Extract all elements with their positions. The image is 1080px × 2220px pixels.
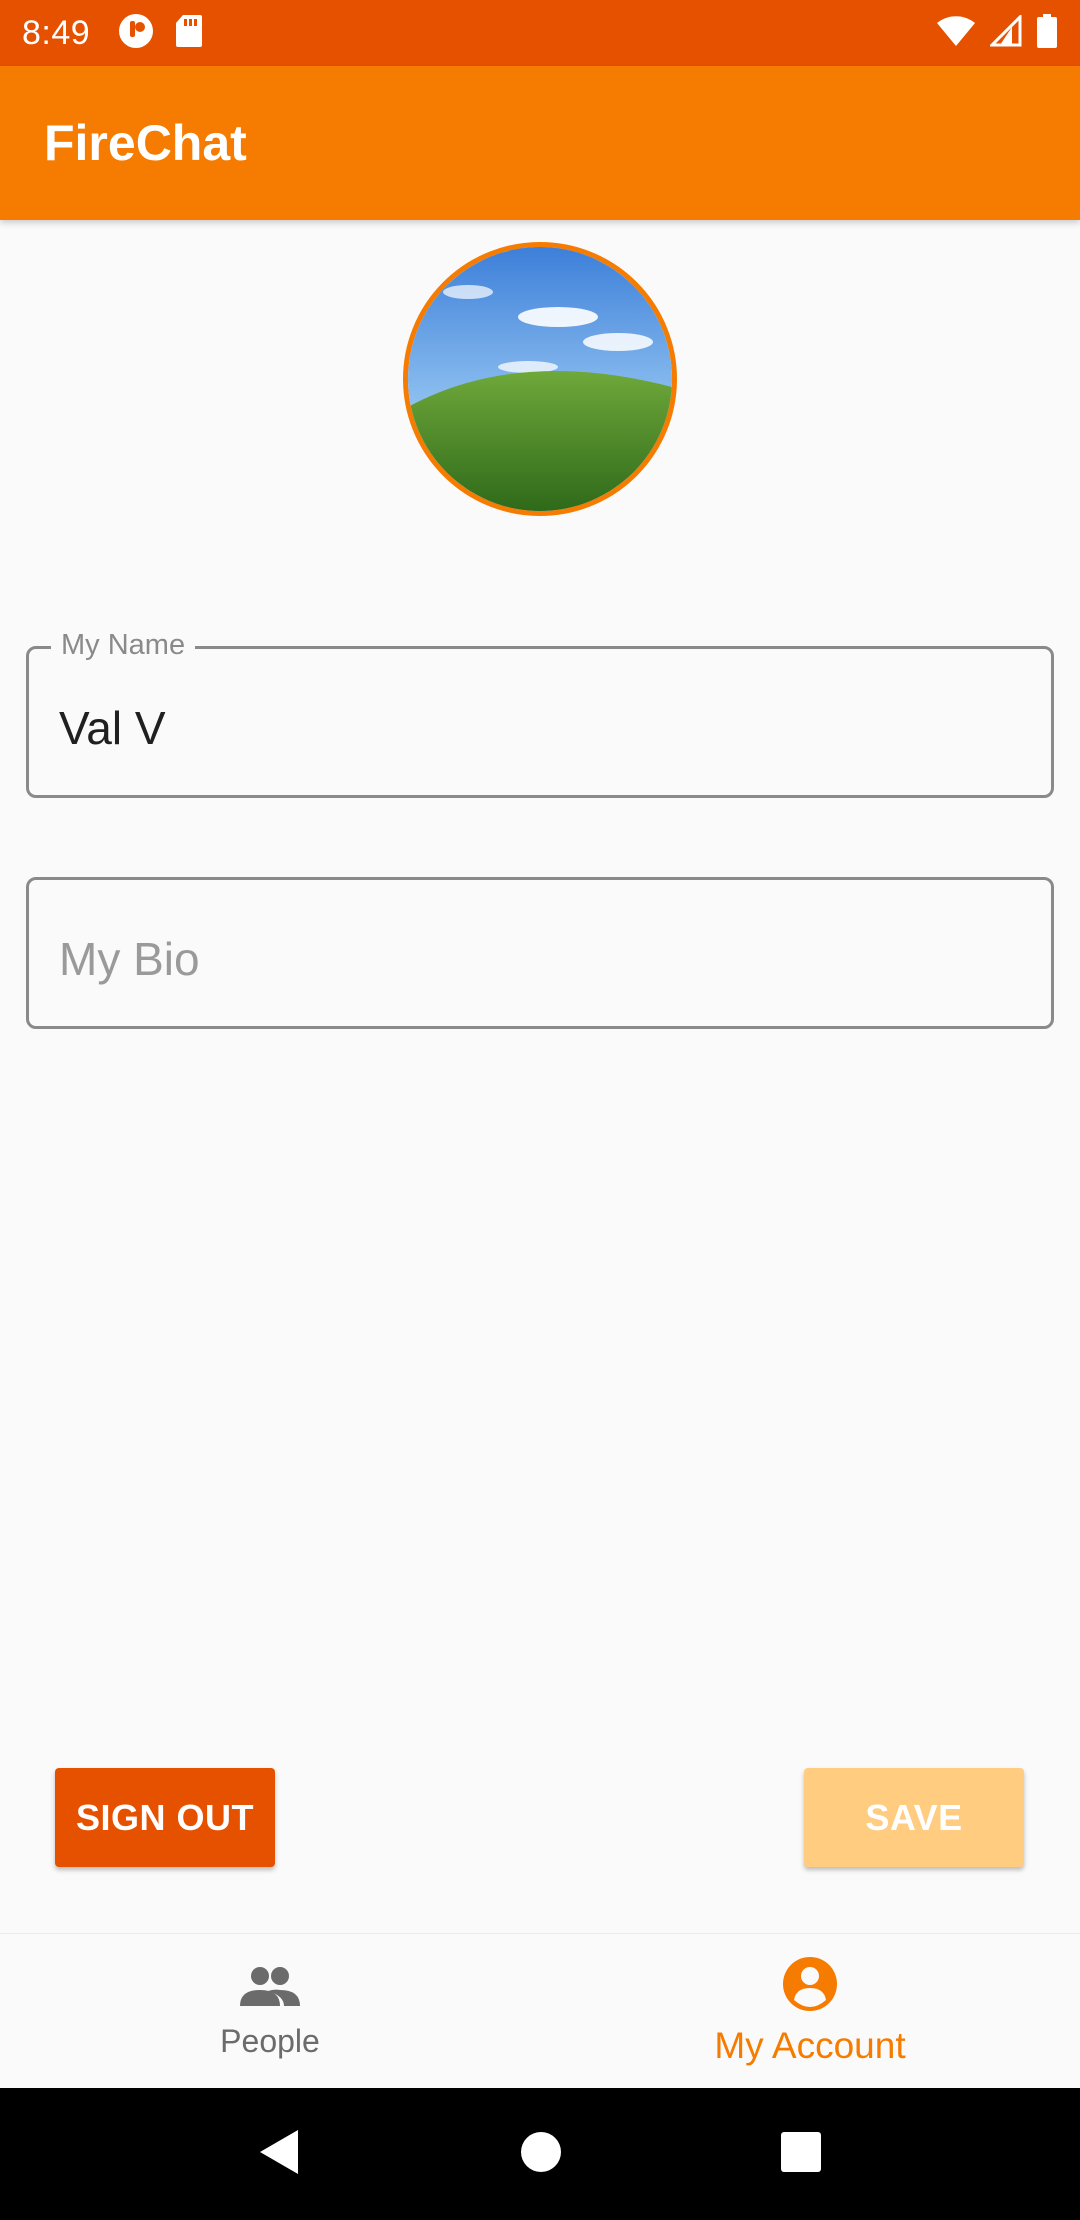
- bio-input[interactable]: My Bio: [59, 932, 200, 986]
- battery-icon: [1036, 13, 1058, 53]
- name-input[interactable]: Val V: [59, 701, 166, 755]
- sd-card-icon: [174, 13, 204, 54]
- profile-avatar[interactable]: [403, 242, 677, 516]
- sign-out-button[interactable]: SIGN OUT: [55, 1768, 275, 1867]
- bio-field[interactable]: My Bio: [26, 877, 1054, 1029]
- wifi-icon: [936, 15, 976, 52]
- status-bar: 8:49: [0, 0, 1080, 66]
- cell-signal-icon: [988, 12, 1022, 52]
- nav-item-people[interactable]: People: [0, 1934, 540, 2088]
- recents-icon[interactable]: [780, 2131, 822, 2178]
- nav-item-my-account[interactable]: My Account: [540, 1934, 1080, 2088]
- name-field-label: My Name: [51, 629, 196, 662]
- app-title: FireChat: [44, 115, 247, 171]
- status-time: 8:49: [22, 13, 91, 52]
- home-icon[interactable]: [519, 2130, 563, 2179]
- people-icon: [238, 1962, 302, 2015]
- bottom-navigation: People My Account: [0, 1933, 1080, 2088]
- app-notification-icon: [118, 13, 154, 54]
- nav-label-people: People: [220, 2023, 320, 2059]
- name-field[interactable]: My Name Val V: [26, 629, 1054, 798]
- nav-label-my-account: My Account: [714, 2024, 906, 2066]
- avatar-image: [408, 247, 672, 511]
- back-icon[interactable]: [258, 2128, 302, 2181]
- account-circle-icon: [782, 1956, 838, 2017]
- save-button[interactable]: SAVE: [804, 1768, 1024, 1867]
- system-navigation-bar: [0, 2088, 1080, 2220]
- app-bar: FireChat: [0, 66, 1080, 220]
